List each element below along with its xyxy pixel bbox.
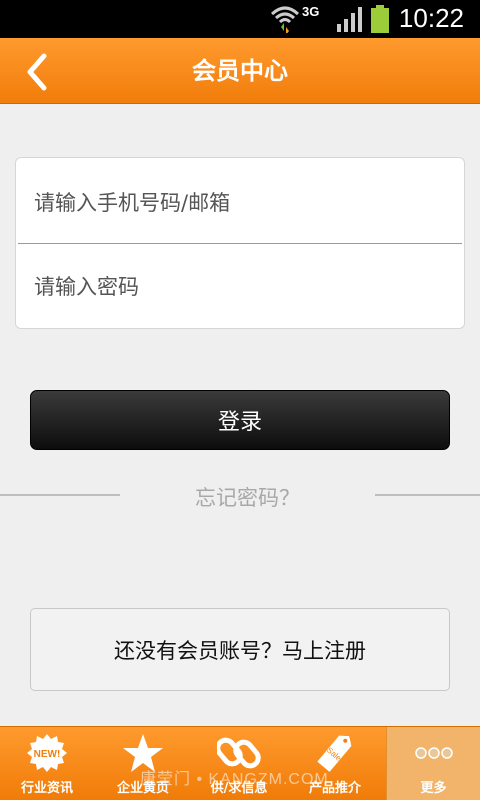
new-badge-icon: NEW! (27, 734, 67, 772)
more-dots-icon (414, 747, 453, 759)
nav-label: 供/求信息 (210, 781, 268, 796)
nav-item-products[interactable]: Sale 产品推介 (288, 727, 382, 800)
field-divider (18, 243, 462, 244)
page-title: 会员中心 (192, 57, 288, 85)
clock: 10:22 (398, 3, 464, 33)
forgot-password-link[interactable]: 忘记密码？ (120, 482, 375, 512)
nav-item-supply-demand[interactable]: 供/求信息 (192, 727, 286, 800)
account-input[interactable] (34, 183, 454, 223)
battery-icon (371, 5, 389, 33)
password-input[interactable] (34, 267, 454, 307)
nav-label: 产品推介 (308, 781, 361, 796)
svg-text:NEW!: NEW! (34, 749, 61, 760)
login-button[interactable]: 登录 (30, 390, 450, 450)
network-type: 3G (302, 4, 320, 19)
nav-label: 行业资讯 (20, 781, 73, 796)
nav-item-industry-news[interactable]: NEW! 行业资讯 (0, 727, 94, 800)
link-icon (217, 737, 261, 769)
title-bar: 会员中心 (0, 38, 480, 104)
bottom-nav: NEW! 行业资讯 企业黄页 供/求信息 Sale 产品推介 更多 康莹门 • … (0, 726, 480, 800)
forgot-password-row: 忘记密码？ (0, 482, 480, 510)
divider-line-left (0, 494, 120, 496)
nav-label: 更多 (420, 781, 447, 796)
nav-item-business-directory[interactable]: 企业黄页 (96, 727, 190, 800)
nav-label: 企业黄页 (116, 781, 169, 796)
status-bar: 3G 10:22 (0, 0, 480, 38)
nav-item-more[interactable]: 更多 (386, 727, 480, 800)
star-icon (123, 734, 163, 772)
divider-line-right (375, 494, 480, 496)
login-card (15, 157, 465, 329)
wifi-icon (270, 6, 300, 33)
register-button[interactable]: 还没有会员账号？马上注册 (30, 608, 450, 691)
signal-icon (337, 7, 362, 32)
sale-tag-icon: Sale (317, 735, 352, 772)
